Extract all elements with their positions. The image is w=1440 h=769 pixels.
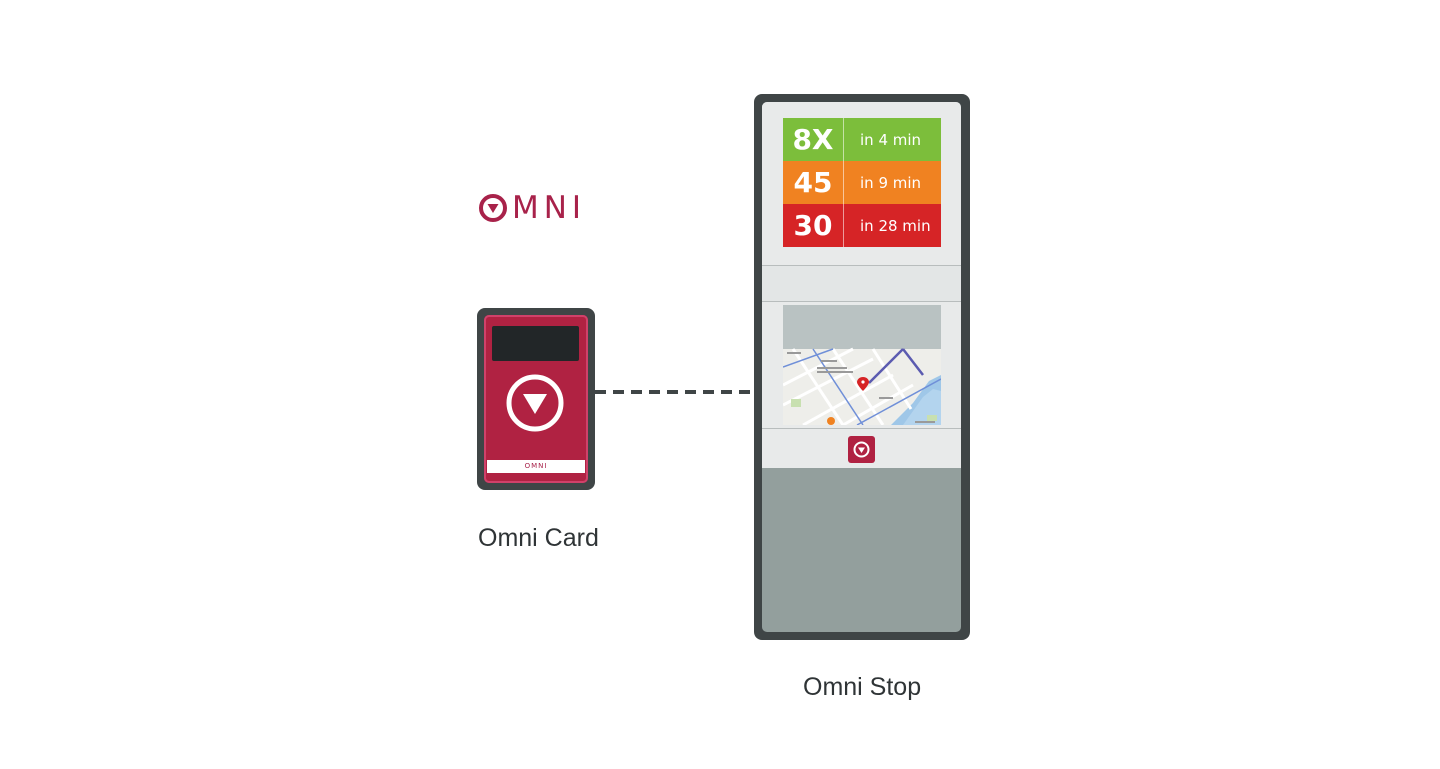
omni-logo: MNI xyxy=(478,188,586,228)
dashed-connector xyxy=(595,390,755,394)
kiosk-divider-panel xyxy=(762,266,961,302)
omni-circle-triangle-icon xyxy=(853,441,870,458)
arrival-time: in 9 min xyxy=(860,173,922,192)
arrival-row: 30 in 28 min xyxy=(783,204,941,247)
omni-tap-button[interactable] xyxy=(848,436,875,463)
arrivals-panel: 8X in 4 min 45 in 9 min 30 in 28 min xyxy=(762,102,961,266)
logo-text: MNI xyxy=(512,189,587,226)
card-chip xyxy=(492,326,579,361)
map-panel xyxy=(762,302,961,429)
kiosk-body: 8X in 4 min 45 in 9 min 30 in 28 min xyxy=(762,102,961,632)
omni-stop-kiosk: 8X in 4 min 45 in 9 min 30 in 28 min xyxy=(754,94,970,640)
route-number: 8X xyxy=(783,118,844,161)
card-body: OMNI xyxy=(484,315,588,483)
omni-card: OMNI xyxy=(477,308,595,490)
route-number: 30 xyxy=(783,204,844,247)
arrival-time: in 4 min xyxy=(860,130,922,149)
street-map-graphic xyxy=(783,305,941,425)
card-caption: Omni Card xyxy=(478,524,599,552)
arrival-row: 8X in 4 min xyxy=(783,118,941,161)
omni-circle-triangle-icon xyxy=(506,374,564,432)
omni-diagram: MNI OMNI Omni Card 8X in 4 min 45 in 9 m… xyxy=(0,0,1440,769)
arrivals-board: 8X in 4 min 45 in 9 min 30 in 28 min xyxy=(783,118,941,248)
street-map xyxy=(783,305,941,425)
stop-caption: Omni Stop xyxy=(803,673,922,701)
card-label-strip: OMNI xyxy=(487,460,585,473)
card-strip-text: OMNI xyxy=(524,462,548,470)
arrival-row: 45 in 9 min xyxy=(783,161,941,204)
arrival-time: in 28 min xyxy=(860,216,931,235)
kiosk-button-panel xyxy=(762,429,961,468)
omni-circle-triangle-icon xyxy=(479,194,507,222)
route-number: 45 xyxy=(783,161,844,204)
